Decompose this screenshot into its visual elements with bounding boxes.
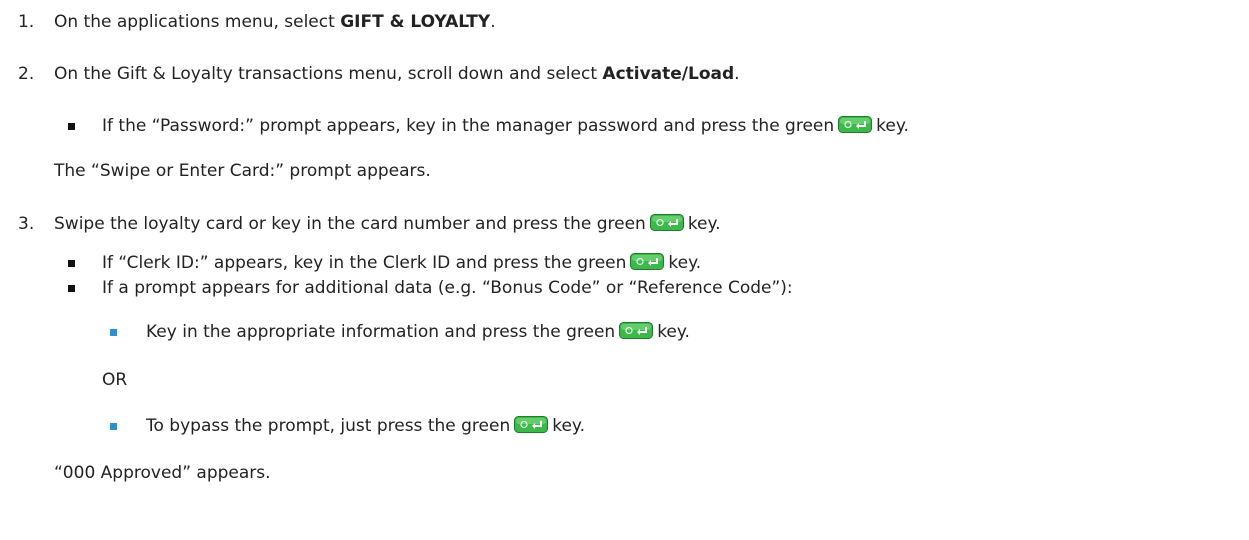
step-3-sub-a: Key in the appropriate information and p…: [146, 321, 690, 343]
step-1-text: On the applications menu, select: [54, 12, 341, 32]
step-3: 3. Swipe the loyalty card or key in the …: [18, 213, 721, 235]
bullet-square: [68, 123, 75, 130]
step-3-text: Swipe the loyalty card or key in the car…: [54, 214, 646, 234]
step-3-sub-a-end: key.: [657, 322, 690, 342]
step-1-end: .: [490, 12, 496, 32]
step-2-note: The “Swipe or Enter Card:” prompt appear…: [54, 161, 431, 181]
step-3-sub-b-end: key.: [552, 416, 585, 436]
step-1-bold: GIFT & LOYALTY: [340, 12, 491, 32]
step-2-text: On the Gift & Loyalty transactions menu,…: [54, 64, 603, 84]
bullet-square: [68, 285, 75, 292]
step-3-result: “000 Approved” appears.: [54, 463, 271, 483]
step-2-bullet: If the “Password:” prompt appears, key i…: [102, 115, 909, 137]
step-3-sub-b-text: To bypass the prompt, just press the gre…: [146, 416, 511, 436]
green-enter-key-icon: [838, 116, 872, 133]
sub-bullet-square: [110, 423, 117, 430]
step-3-sub-b: To bypass the prompt, just press the gre…: [146, 415, 585, 437]
step-3-end: key.: [687, 214, 721, 234]
step-3-number: 3.: [18, 214, 35, 234]
step-2: 2. On the Gift & Loyalty transactions me…: [18, 63, 740, 85]
step-3-sub-a-text: Key in the appropriate information and p…: [146, 322, 616, 342]
step-2-bold: Activate/Load: [602, 64, 735, 84]
green-enter-key-icon: [630, 253, 664, 270]
step-1: 1. On the applications menu, select GIFT…: [18, 11, 496, 33]
sub-bullet-square: [110, 329, 117, 336]
step-3-bullet-1: If “Clerk ID:” appears, key in the Clerk…: [102, 252, 701, 274]
green-enter-key-icon: [650, 214, 684, 231]
step-1-number: 1.: [18, 12, 35, 32]
step-2-end: .: [734, 64, 740, 84]
step-2-bullet-text: If the “Password:” prompt appears, key i…: [102, 116, 835, 136]
step-2-number: 2.: [18, 64, 35, 84]
green-enter-key-icon: [514, 416, 548, 433]
or-separator: OR: [102, 370, 128, 390]
step-3-bullet-1-text: If “Clerk ID:” appears, key in the Clerk…: [102, 253, 627, 273]
step-3-bullet-1-end: key.: [668, 253, 702, 273]
step-2-bullet-end: key.: [876, 116, 909, 136]
bullet-square: [68, 260, 75, 267]
green-enter-key-icon: [619, 322, 653, 339]
step-3-bullet-2: If a prompt appears for additional data …: [102, 278, 793, 298]
